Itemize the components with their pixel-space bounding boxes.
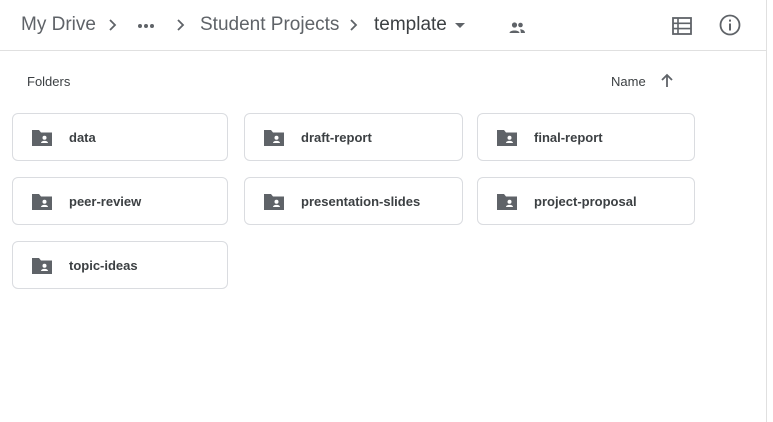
folder-name: presentation-slides bbox=[301, 194, 421, 209]
folder-card-presentation-slides[interactable]: presentation-slides bbox=[244, 177, 463, 225]
breadcrumb-current-folder[interactable]: template bbox=[374, 12, 447, 38]
section-title-folders: Folders bbox=[27, 74, 71, 89]
folder-name: data bbox=[69, 130, 96, 145]
chevron-right-icon bbox=[350, 19, 358, 31]
list-view-icon[interactable] bbox=[670, 14, 694, 38]
shared-folder-icon bbox=[32, 194, 52, 210]
folder-name: final-report bbox=[534, 130, 603, 145]
shared-folder-icon bbox=[264, 130, 284, 146]
folder-name: draft-report bbox=[301, 130, 372, 145]
folder-card-topic-ideas[interactable]: topic-ideas bbox=[12, 241, 228, 289]
folder-name: project-proposal bbox=[534, 194, 637, 209]
shared-folder-icon bbox=[264, 194, 284, 210]
folder-name: topic-ideas bbox=[69, 258, 138, 273]
sort-by-name-label[interactable]: Name bbox=[611, 74, 646, 89]
more-horizontal-icon[interactable] bbox=[134, 14, 158, 38]
folder-card-draft-report[interactable]: draft-report bbox=[244, 113, 463, 161]
shared-folder-icon bbox=[32, 130, 52, 146]
sort-ascending-arrow-icon[interactable] bbox=[658, 72, 676, 90]
chevron-right-icon bbox=[109, 19, 117, 31]
folder-name: peer-review bbox=[69, 194, 142, 209]
drive-window: My Drive Student Projects template Folde… bbox=[0, 0, 773, 422]
folder-card-final-report[interactable]: final-report bbox=[477, 113, 695, 161]
folder-card-data[interactable]: data bbox=[12, 113, 228, 161]
shared-folder-icon bbox=[497, 130, 517, 146]
shared-folder-icon bbox=[497, 194, 517, 210]
shared-people-icon[interactable] bbox=[507, 18, 527, 38]
breadcrumb-my-drive[interactable]: My Drive bbox=[21, 12, 96, 38]
breadcrumb-student-projects[interactable]: Student Projects bbox=[200, 12, 339, 38]
shared-folder-icon bbox=[32, 258, 52, 274]
breadcrumb-bar: My Drive Student Projects template bbox=[0, 0, 766, 51]
folder-card-peer-review[interactable]: peer-review bbox=[12, 177, 228, 225]
caret-down-icon[interactable] bbox=[454, 20, 466, 32]
scrollbar-track[interactable] bbox=[766, 0, 773, 422]
info-icon[interactable] bbox=[718, 13, 742, 37]
chevron-right-icon bbox=[177, 19, 185, 31]
folder-grid: data draft-report final-report peer-revi… bbox=[12, 113, 696, 293]
folder-card-project-proposal[interactable]: project-proposal bbox=[477, 177, 695, 225]
